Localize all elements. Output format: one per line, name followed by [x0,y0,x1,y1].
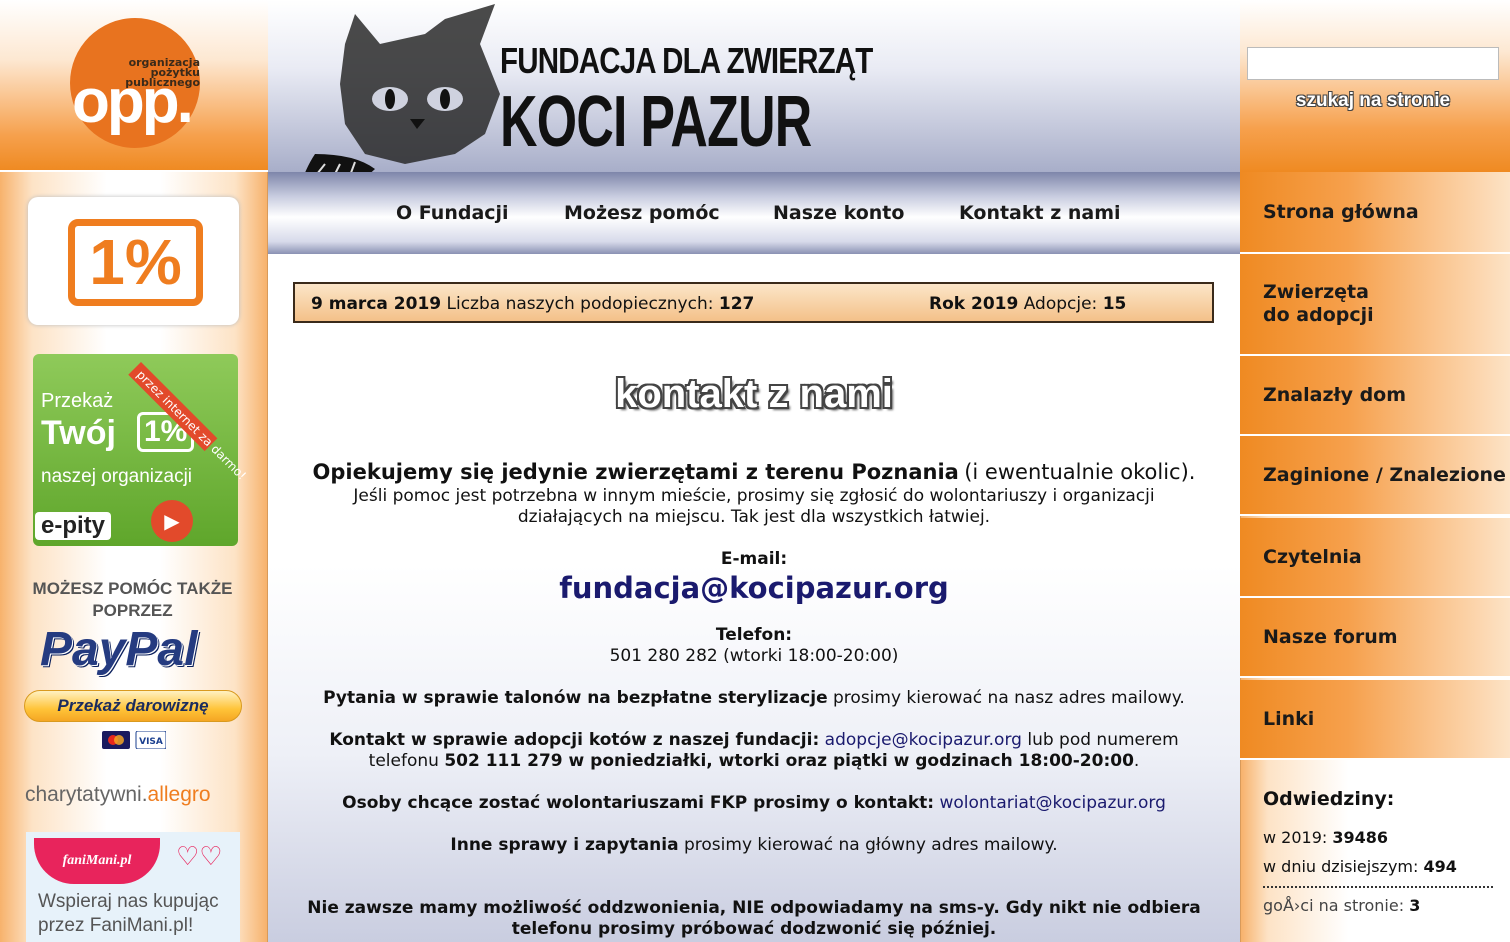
stats-count: 127 [718,294,755,314]
sterilization-bold: Pytania w sprawie talonów na bezpłatne s… [323,688,828,708]
heart-icon: ♡♡ [176,842,223,872]
adoption-phone-prefix: telefonu [368,751,439,771]
adoption-info-line2: telefonu 502 111 279 w poniedziałki, wto… [268,751,1240,772]
volunteer-info: Osoby chcące zostać wolontariuszami FKP … [268,793,1240,814]
nav-mozesz-pomoc[interactable]: Możesz pomóc [564,202,720,224]
menu-znalazly-dom[interactable]: Znalazły dom [1240,356,1510,436]
visits-divider [1263,886,1493,888]
allegro-prefix: charytatywni. [25,783,148,806]
main-email-link[interactable]: fundacja@kocipazur.org [268,571,1240,605]
sterilization-rest: prosimy kierować na nasz adres mailowy. [833,688,1185,708]
epity-line1: Przekaż [41,390,114,412]
email-label: E-mail: [720,549,788,569]
stats-date: 9 marca 2019 [311,294,442,314]
stats-bar: 9 marca 2019 Liczba naszych podopiecznyc… [293,282,1214,323]
credit-cards-icon: VISA [102,731,166,749]
visits-online-label: goÅ›ci na stronie: [1263,896,1405,915]
paypal-donate-button[interactable]: Przekaż darowiznę [24,690,242,722]
menu-zaginione-znalezione[interactable]: Zaginione / Znalezione [1240,436,1510,516]
intro-bold: Opiekujemy się jedynie zwierzętami z ter… [312,460,959,484]
site-title-line2: KOCI PAZUR [500,82,812,162]
stats-adopt: 15 [1102,294,1127,314]
menu-nasze-forum[interactable]: Nasze forum [1240,598,1510,678]
stats-count-label: Liczba naszych podopiecznych: [446,294,714,314]
visits-today: w dniu dzisiejszym: 494 [1263,857,1457,876]
adoption-phone: 502 111 279 w poniedziałki, wtorki oraz … [444,751,1134,771]
other-rest: prosimy kierować na główny adres mailowy… [684,835,1058,855]
intro-line3: działających na miejscu. Tak jest dla ws… [517,507,991,527]
visits-today-value: 494 [1423,857,1457,876]
phone-number: 501 280 282 (wtorki 18:00-20:00) [609,646,899,666]
nav-o-fundacji[interactable]: O Fundacji [396,202,509,224]
fanimani-logo: faniMani.pl [34,838,160,884]
menu-zwierzeta-do-adopcji[interactable]: Zwierzęta do adopcji [1240,254,1510,356]
intro-line: Opiekujemy się jedynie zwierzętami z ter… [268,462,1240,485]
nav-nasze-konto[interactable]: Nasze konto [773,202,904,224]
search-input[interactable] [1247,47,1499,80]
adoption-info: Kontakt w sprawie adopcji kotów z naszej… [268,730,1240,751]
site-title-line1: FUNDACJA DLA ZWIERZĄT [500,40,873,81]
epity-brand: e-pity [35,512,112,540]
adoption-end: . [1133,751,1140,771]
notice-line1: Nie zawsze mamy możliwość oddzwonienia, … [307,898,1201,918]
nav-kontakt[interactable]: Kontakt z nami [959,202,1121,224]
visits-today-label: w dniu dzisiejszym: [1263,857,1419,876]
visits-title: Odwiedziny: [1263,788,1395,810]
fanimani-banner[interactable]: faniMani.pl ♡♡ Wspieraj nas kupując prze… [26,832,240,942]
other-bold: Inne sprawy i zapytania [450,835,679,855]
opp-logo-text: opp. [72,67,194,136]
volunteer-email-link[interactable]: wolontariat@kocipazur.org [939,793,1165,813]
stats-adopt-label: Adopcje: [1023,294,1098,314]
menu-linki[interactable]: Linki [1240,680,1510,760]
visits-year-label: w 2019: [1263,828,1328,847]
sterilization-info: Pytania w sprawie talonów na bezpłatne s… [268,688,1240,709]
notice-line2: telefonu prosimy próbować dodzwonić się … [511,919,997,939]
adoption-mid: lub pod numerem [1027,730,1179,750]
allegro-brand: allegro [147,783,211,806]
epity-line2: Twój [41,414,116,452]
phone-label: Telefon: [715,625,793,645]
svg-text:VISA: VISA [139,737,163,747]
visits-online: goÅ›ci na stronie: 3 [1263,896,1420,915]
adoption-email-link[interactable]: adopcje@kocipazur.org [825,730,1022,750]
right-header [1240,0,1510,172]
epity-line3: naszej organizacji [41,466,193,487]
arrow-right-icon: ▶ [151,500,193,542]
page-title: kontakt z nami [615,372,893,416]
visits-online-value: 3 [1409,896,1421,915]
allegro-charity-link[interactable]: charytatywni.allegro [25,783,211,807]
epity-banner[interactable]: Przekaż Twój 1% naszej organizacji przez… [33,354,249,546]
visits-year-value: 39486 [1332,828,1389,847]
paypal-caption: MOŻESZ POMÓC TAKŻE POPRZEZ [32,579,233,620]
paypal-logo: PayPal [40,623,198,676]
adoption-bold: Kontakt w sprawie adopcji kotów z naszej… [329,730,820,750]
search-button[interactable]: szukaj na stronie [1260,90,1486,112]
intro-line2: Jeśli pomoc jest potrzebna w innym mieśc… [353,486,1155,506]
fanimani-text: Wspieraj nas kupując przez FaniMani.pl! [38,891,219,936]
volunteer-bold: Osoby chcące zostać wolontariuszami FKP … [342,793,935,813]
stats-year: Rok 2019 [929,294,1019,314]
other-info: Inne sprawy i zapytania prosimy kierować… [268,835,1240,856]
visits-year: w 2019: 39486 [1263,828,1388,847]
menu-czytelnia[interactable]: Czytelnia [1240,518,1510,598]
intro-rest: (i ewentualnie okolic). [964,460,1196,484]
menu-strona-glowna[interactable]: Strona główna [1240,172,1510,254]
one-percent-icon: 1% [68,219,203,306]
